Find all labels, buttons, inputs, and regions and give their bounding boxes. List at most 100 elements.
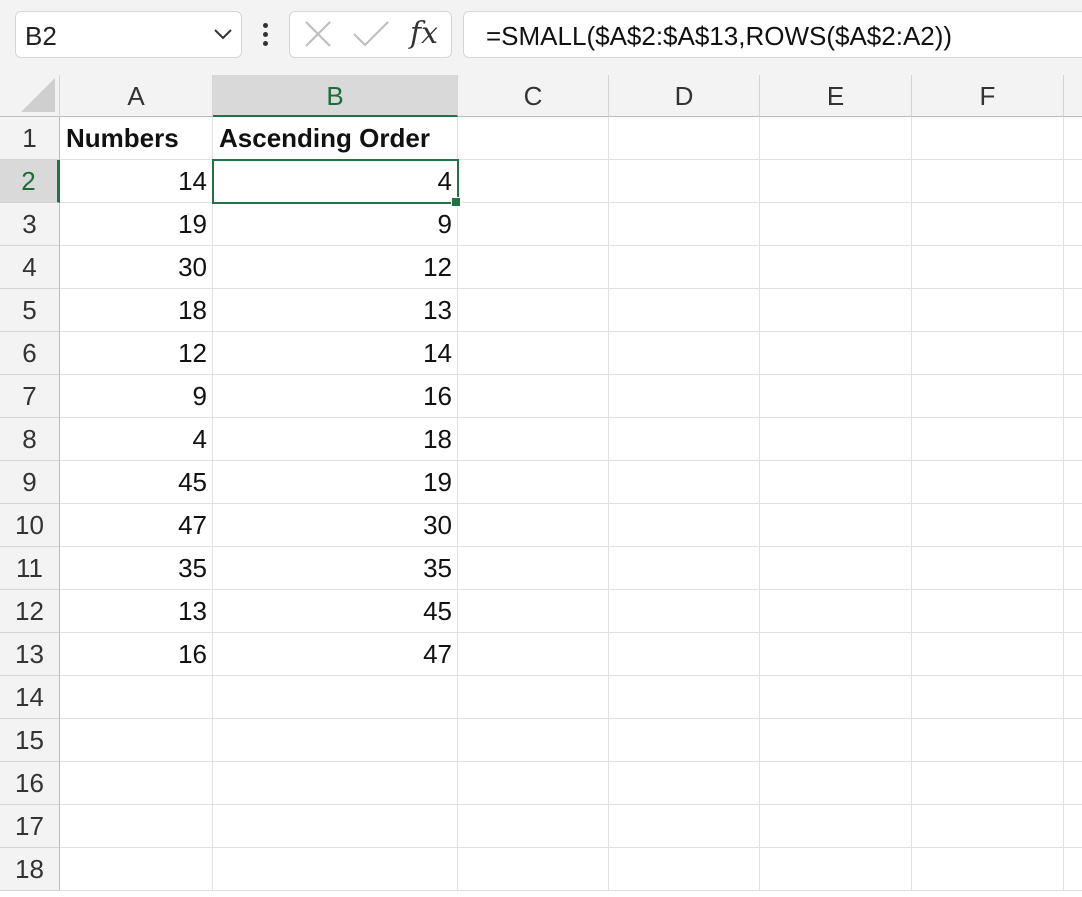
cell-b6[interactable]: 14: [213, 332, 458, 375]
cell-c4[interactable]: [458, 246, 609, 289]
cell-b18[interactable]: [213, 848, 458, 891]
cell-g6[interactable]: [1064, 332, 1082, 375]
cell-e5[interactable]: [760, 289, 912, 332]
cell-f7[interactable]: [912, 375, 1064, 418]
row-header-12[interactable]: 12: [0, 590, 60, 633]
column-header-e[interactable]: E: [760, 75, 912, 117]
cell-d2[interactable]: [609, 160, 760, 203]
cell-d1[interactable]: [609, 117, 760, 160]
cell-e8[interactable]: [760, 418, 912, 461]
cell-f11[interactable]: [912, 547, 1064, 590]
cell-b4[interactable]: 12: [213, 246, 458, 289]
cell-e17[interactable]: [760, 805, 912, 848]
cell-c16[interactable]: [458, 762, 609, 805]
cell-f18[interactable]: [912, 848, 1064, 891]
cell-g14[interactable]: [1064, 676, 1082, 719]
row-header-8[interactable]: 8: [0, 418, 60, 461]
cell-a2[interactable]: 14: [60, 160, 213, 203]
cell-a12[interactable]: 13: [60, 590, 213, 633]
name-box[interactable]: B2: [15, 11, 242, 58]
row-header-13[interactable]: 13: [0, 633, 60, 676]
cell-c18[interactable]: [458, 848, 609, 891]
cell-e13[interactable]: [760, 633, 912, 676]
cell-b2[interactable]: 4: [213, 160, 458, 203]
cell-a11[interactable]: 35: [60, 547, 213, 590]
cell-f12[interactable]: [912, 590, 1064, 633]
cell-f15[interactable]: [912, 719, 1064, 762]
cell-d15[interactable]: [609, 719, 760, 762]
cell-a6[interactable]: 12: [60, 332, 213, 375]
cell-d14[interactable]: [609, 676, 760, 719]
cell-g11[interactable]: [1064, 547, 1082, 590]
cell-g3[interactable]: [1064, 203, 1082, 246]
cell-c7[interactable]: [458, 375, 609, 418]
fx-icon[interactable]: fx: [410, 16, 438, 51]
fill-handle[interactable]: [451, 197, 461, 207]
cell-f1[interactable]: [912, 117, 1064, 160]
cell-b8[interactable]: 18: [213, 418, 458, 461]
cell-e7[interactable]: [760, 375, 912, 418]
cell-c15[interactable]: [458, 719, 609, 762]
row-header-4[interactable]: 4: [0, 246, 60, 289]
cell-b5[interactable]: 13: [213, 289, 458, 332]
cell-c1[interactable]: [458, 117, 609, 160]
cell-f3[interactable]: [912, 203, 1064, 246]
cell-a18[interactable]: [60, 848, 213, 891]
cell-c5[interactable]: [458, 289, 609, 332]
row-header-3[interactable]: 3: [0, 203, 60, 246]
cell-e14[interactable]: [760, 676, 912, 719]
cell-d18[interactable]: [609, 848, 760, 891]
cell-d11[interactable]: [609, 547, 760, 590]
cell-a15[interactable]: [60, 719, 213, 762]
cell-b12[interactable]: 45: [213, 590, 458, 633]
cell-e18[interactable]: [760, 848, 912, 891]
cell-e10[interactable]: [760, 504, 912, 547]
cell-c10[interactable]: [458, 504, 609, 547]
cell-f5[interactable]: [912, 289, 1064, 332]
cell-d9[interactable]: [609, 461, 760, 504]
cell-b9[interactable]: 19: [213, 461, 458, 504]
cell-d5[interactable]: [609, 289, 760, 332]
cell-a14[interactable]: [60, 676, 213, 719]
column-header-g[interactable]: [1064, 75, 1082, 117]
row-header-9[interactable]: 9: [0, 461, 60, 504]
cell-a17[interactable]: [60, 805, 213, 848]
cell-b14[interactable]: [213, 676, 458, 719]
select-all-corner[interactable]: [0, 75, 60, 117]
more-vertical-icon[interactable]: [258, 20, 274, 50]
cell-g8[interactable]: [1064, 418, 1082, 461]
row-header-2[interactable]: 2: [0, 160, 60, 203]
cell-f9[interactable]: [912, 461, 1064, 504]
row-header-17[interactable]: 17: [0, 805, 60, 848]
cell-e1[interactable]: [760, 117, 912, 160]
cell-c12[interactable]: [458, 590, 609, 633]
column-header-c[interactable]: C: [458, 75, 609, 117]
cell-a4[interactable]: 30: [60, 246, 213, 289]
cell-g7[interactable]: [1064, 375, 1082, 418]
cell-c9[interactable]: [458, 461, 609, 504]
cell-b10[interactable]: 30: [213, 504, 458, 547]
cell-a5[interactable]: 18: [60, 289, 213, 332]
column-header-d[interactable]: D: [609, 75, 760, 117]
row-header-6[interactable]: 6: [0, 332, 60, 375]
row-header-7[interactable]: 7: [0, 375, 60, 418]
row-header-1[interactable]: 1: [0, 117, 60, 160]
cell-c6[interactable]: [458, 332, 609, 375]
column-header-f[interactable]: F: [912, 75, 1064, 117]
row-header-11[interactable]: 11: [0, 547, 60, 590]
cell-g9[interactable]: [1064, 461, 1082, 504]
cell-f6[interactable]: [912, 332, 1064, 375]
cell-d7[interactable]: [609, 375, 760, 418]
cell-f13[interactable]: [912, 633, 1064, 676]
cell-f8[interactable]: [912, 418, 1064, 461]
cell-a1[interactable]: Numbers: [60, 117, 213, 160]
cell-d4[interactable]: [609, 246, 760, 289]
row-header-5[interactable]: 5: [0, 289, 60, 332]
cell-g10[interactable]: [1064, 504, 1082, 547]
cell-g17[interactable]: [1064, 805, 1082, 848]
cell-e2[interactable]: [760, 160, 912, 203]
cell-f17[interactable]: [912, 805, 1064, 848]
cell-d10[interactable]: [609, 504, 760, 547]
cell-c3[interactable]: [458, 203, 609, 246]
row-header-16[interactable]: 16: [0, 762, 60, 805]
